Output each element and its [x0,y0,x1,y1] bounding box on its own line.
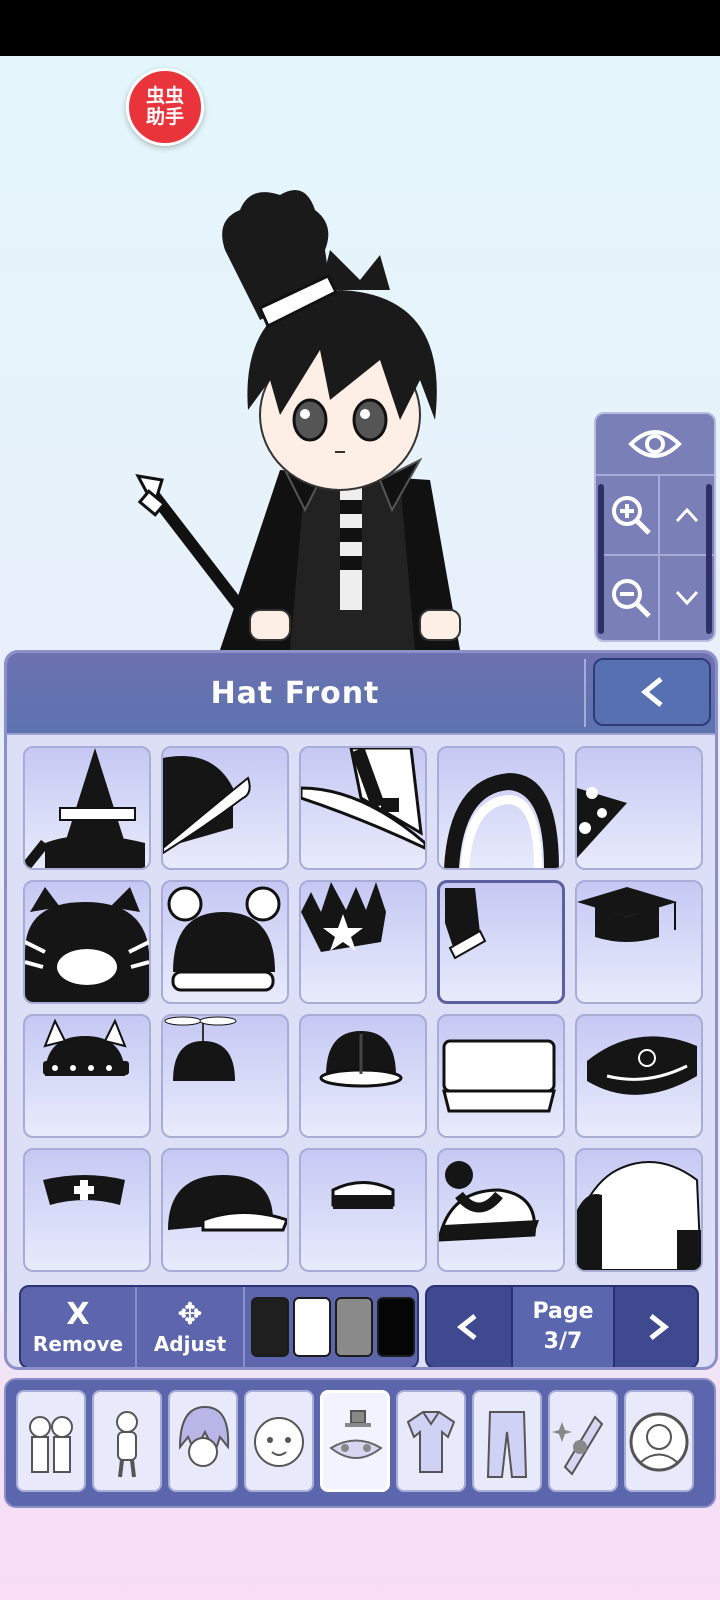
viking-helmet-icon [43,1018,129,1076]
items-icon [552,1415,604,1476]
witch-hat-icon [25,748,145,868]
adjust-button[interactable]: ✥ Adjust [137,1287,245,1367]
eye-icon [628,430,682,458]
zoom-in-icon [612,496,651,535]
hat-item-black-cap-white-rim[interactable] [161,746,289,870]
hat-item-black-baseball-cap[interactable] [161,1148,289,1272]
panel-header: Hat Front [7,653,715,735]
category-accessories-button[interactable] [320,1390,390,1492]
category-bar [4,1378,716,1508]
mouse-ear-hat-icon [167,886,281,992]
hard-hat-icon [319,1031,403,1088]
hat-item-spiky-star-crown[interactable] [299,880,427,1004]
polka-dot-cone-icon [577,787,627,858]
propeller-beanie-icon [164,1016,237,1081]
category-hair-button[interactable] [168,1390,238,1492]
white-fedora-striped-icon [301,748,425,850]
prev-page-button[interactable] [427,1287,509,1367]
hat-item-white-visor-cap[interactable] [437,1014,565,1138]
category-items-button[interactable] [548,1390,618,1492]
header-divider [584,659,586,727]
color-swatch-3[interactable] [335,1297,373,1357]
hat-item-viking-helmet[interactable] [23,1014,151,1138]
hat-item-fur-trapper-hat[interactable] [575,1148,703,1272]
hat-item-pompom-beanie[interactable] [437,1148,565,1272]
face-icon [254,1417,304,1467]
view-controls-panel [594,412,716,642]
hair-icon [178,1405,230,1467]
helper-badge[interactable]: 虫虫 助手 [126,68,204,146]
chevron-down-icon [675,590,699,606]
hat-item-witch-hat[interactable] [23,746,151,870]
chevron-right-icon [649,1314,670,1340]
hat-item-graduation-cap[interactable] [575,880,703,1004]
accessories-icon [329,1410,383,1459]
category-profile-button[interactable] [624,1390,694,1492]
hat-item-mouse-ear-hat[interactable] [161,880,289,1004]
page-indicator: Page 3/7 [511,1287,615,1367]
fur-trapper-hat-icon [577,1161,701,1270]
hat-item-hard-hat[interactable] [299,1014,427,1138]
white-visor-cap-icon [442,1039,556,1113]
vertical-slider-track-right[interactable] [706,484,712,634]
status-bar [0,0,720,56]
body-icon [116,1411,138,1478]
remove-label: Remove [32,1332,124,1356]
hat-item-police-cap[interactable] [575,1014,703,1138]
small-black-side-hat-icon [445,888,487,960]
cat-beanie-striped-icon [25,887,149,1002]
graduation-cap-icon [577,887,677,942]
hat-selection-panel: Hat Front X Remove ✥ Adjust Page 3/7 [4,650,718,1370]
category-body-button[interactable] [92,1390,162,1492]
chevron-left-icon [456,1314,477,1340]
bottom-clothing-icon [486,1411,528,1478]
hat-item-small-sailor-cap[interactable] [299,1148,427,1272]
category-top-clothing-button[interactable] [396,1390,466,1492]
top-clothing-icon [406,1411,456,1473]
profile-icon [629,1412,689,1472]
color-swatch-2[interactable] [293,1297,331,1357]
chevron-up-icon [675,507,699,523]
character-preview [135,190,461,650]
close-icon: X [66,1297,90,1332]
black-cap-white-rim-icon [163,756,251,855]
panel-title: Hat Front [210,675,380,711]
page-value: 3/7 [543,1329,583,1354]
move-arrows-icon: ✥ [177,1297,203,1332]
color-swatch-1[interactable] [251,1297,289,1357]
hat-item-propeller-beanie[interactable] [161,1014,289,1138]
hat-item-polka-dot-cone[interactable] [575,746,703,870]
chevron-left-icon [641,677,663,707]
presets-icon [29,1416,73,1473]
spiky-star-crown-icon [301,882,386,952]
black-baseball-cap-icon [168,1175,287,1232]
category-face-button[interactable] [244,1390,314,1492]
back-button[interactable] [593,658,711,726]
zoom-in-button[interactable] [604,476,660,556]
police-cap-icon [587,1036,697,1095]
adjust-label: Adjust [153,1332,227,1356]
pompom-beanie-icon [439,1161,539,1242]
hat-item-small-black-side-hat[interactable] [437,880,565,1004]
zoom-out-icon [612,579,651,618]
black-headband-icon [444,773,559,868]
hat-item-white-fedora-striped[interactable] [299,746,427,870]
zoom-out-button[interactable] [604,556,660,640]
color-swatch-4[interactable] [377,1297,415,1357]
next-page-button[interactable] [617,1287,699,1367]
pagination: Page 3/7 [425,1285,699,1367]
category-presets-button[interactable] [16,1390,86,1492]
remove-button[interactable]: X Remove [21,1287,137,1367]
hat-item-cat-beanie-striped[interactable] [23,880,151,1004]
vertical-slider-track[interactable] [598,484,604,634]
toggle-visibility-button[interactable] [596,414,714,476]
item-toolbar: X Remove ✥ Adjust [19,1285,419,1367]
category-bottom-clothing-button[interactable] [472,1390,542,1492]
page-label: Page [532,1299,594,1324]
hat-item-black-headband[interactable] [437,746,565,870]
nurse-cap-icon [43,1175,125,1205]
hat-item-nurse-cap[interactable] [23,1148,151,1272]
items-grid [23,746,703,1272]
small-sailor-cap-icon [331,1181,395,1209]
